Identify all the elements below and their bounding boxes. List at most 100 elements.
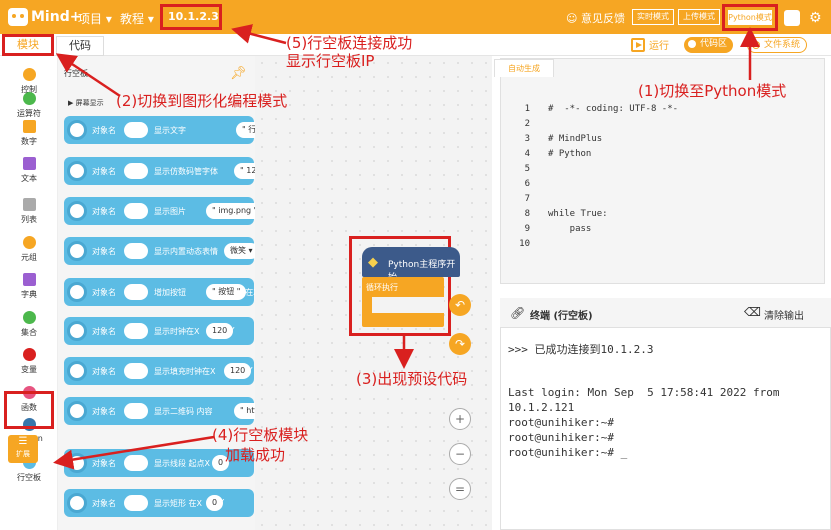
block-object-label: 对象名 [92,407,116,416]
tab-blocks[interactable]: 模块 [2,34,54,56]
python-mode-highlight: Python模式 [722,4,778,31]
block-text: 显示仿数码管字体 [154,167,218,176]
mode-python-button[interactable]: Python模式 [728,10,772,25]
block-object-slot[interactable] [124,122,148,138]
line-number: 1 [524,104,530,114]
palette-block[interactable]: 对象名 显示内置动态表情 微笑 ▾ [64,237,259,265]
code-line[interactable]: while True: [548,209,608,219]
device-ip-button[interactable]: 10.1.2.3 ▾ [160,4,222,43]
palette-block[interactable]: 对象名显示二维码 内容" https:/ [64,397,279,425]
code-area-toggle[interactable]: 代码区 [684,37,734,53]
undo-icon[interactable]: ↶ [449,294,471,316]
palette-block[interactable]: 对象名显示文字" 行空板 "在X [64,116,294,144]
loop-block[interactable]: 循环执行 [362,277,444,327]
category-item[interactable]: 文本 [0,157,58,184]
block-object-label: 对象名 [92,167,116,176]
line-number: 7 [524,194,530,204]
code-line[interactable]: pass [548,224,592,234]
zoom-out-icon[interactable]: − [449,443,471,465]
run-button[interactable]: 运行 [631,37,669,52]
palette-block[interactable]: 对象名 显示填充时钟在X 120 Y [64,357,254,385]
block-input-field[interactable]: 微笑 ▾ [224,243,259,259]
block-text: 显示线段 起点X [154,459,211,468]
block-object-slot[interactable] [124,243,148,259]
block-shape-icon [67,161,87,181]
category-item[interactable]: 数字 [0,120,58,147]
code-line[interactable]: # -*- coding: UTF-8 -*- [548,104,678,114]
category-icon [22,92,36,105]
auto-generated-tab[interactable]: 自动生成 [494,59,554,77]
gear-icon[interactable]: ⚙ [809,10,825,26]
palette-block[interactable]: 对象名 增加按钮 " 按钮 " 在X [64,278,259,306]
top-bar: Mind+ 项目 ▾ 教程 ▾ 10.1.2.3 ▾ ☺ 意见反馈 实时模式 上… [0,0,831,43]
block-object-slot[interactable] [124,455,148,471]
palette-block[interactable]: 对象名 显示图片 " img.png " [64,197,264,225]
section-label: ▶ 屏幕显示 [68,99,104,107]
palette-block[interactable]: 对象名 显示仿数码管字体 " 1234 [64,157,273,185]
category-item[interactable]: 列表 [0,198,58,225]
category-icon [22,311,36,324]
loop-slot [372,297,444,313]
block-text: 显示二维码 内容 [154,407,213,416]
zoom-in-icon[interactable]: + [449,408,471,430]
block-object-slot[interactable] [124,284,148,300]
palette-block[interactable]: 对象名 显示矩形 在X 0 Y [64,489,254,517]
feedback-link[interactable]: ☺ 意见反馈 [566,10,625,26]
robot-avatar-icon[interactable] [784,10,800,26]
menu-project[interactable]: 项目 ▾ [78,10,112,27]
block-text: 显示时钟在X [154,327,200,336]
code-line[interactable]: # MindPlus [548,134,602,144]
block-object-label: 对象名 [92,499,116,508]
terminal-panel[interactable] [500,298,831,530]
line-number: 4 [524,149,530,159]
code-line[interactable]: # Python [548,149,591,159]
block-object-slot[interactable] [124,163,148,179]
block-shape-icon [67,241,87,261]
block-object-slot[interactable] [124,363,148,379]
block-object-slot[interactable] [124,323,148,339]
block-input-field[interactable]: " 按钮 " [206,284,247,300]
clear-output-button[interactable]: 清除输出 [764,307,804,322]
category-item[interactable]: 变量 [0,348,58,375]
palette-block[interactable]: 对象名 显示时钟在X 120 Y [64,317,254,345]
category-label: 元组 [21,253,37,262]
block-text: 显示内置动态表情 [154,247,218,256]
tab-code[interactable]: 代码 [56,36,104,56]
category-item[interactable]: 字典 [0,273,58,300]
block-shape-icon [67,493,87,513]
category-item[interactable]: 集合 [0,311,58,338]
block-object-slot[interactable] [124,203,148,219]
category-item[interactable]: 运算符 [0,92,58,119]
block-tail-text: Y [247,366,253,375]
zoom-reset-icon[interactable]: = [449,478,471,500]
terminal-line: root@unihiker:~# _ [508,446,628,459]
line-number: 9 [524,224,530,234]
category-label: 运算符 [17,109,41,118]
category-item[interactable]: 控制 [0,68,58,95]
python-main-block[interactable]: ◆ Python主程序开始 [362,247,460,283]
mode-upload-button[interactable]: 上传模式 [678,9,720,25]
menu-tutorial[interactable]: 教程 ▾ [120,10,154,27]
clear-icon[interactable]: ⌫ [744,305,761,319]
terminal-line: 10.1.2.121 [508,401,575,414]
link-icon: 🔗︎ [510,306,526,320]
line-number: 2 [524,119,530,129]
category-item[interactable]: 元组 [0,236,58,263]
mode-realtime-button[interactable]: 实时模式 [632,9,674,25]
block-tail-text: Y [229,326,235,335]
block-shape-icon [67,401,87,421]
line-number: 10 [519,239,530,249]
block-object-label: 对象名 [92,459,116,468]
pin-icon[interactable]: 📌︎ [230,66,247,81]
block-shape-icon [67,120,87,140]
file-system-toggle[interactable]: 文件系统 [747,37,808,53]
category-label: 数字 [21,137,37,146]
play-icon [631,37,645,52]
category-icon [22,198,36,211]
block-object-slot[interactable] [124,495,148,511]
terminal-line: root@unihiker:~# [508,416,614,429]
block-shape-icon [67,321,87,341]
extension-button[interactable]: ☰ 扩展 [8,435,38,463]
block-object-slot[interactable] [124,403,148,419]
redo-icon[interactable]: ↷ [449,333,471,355]
